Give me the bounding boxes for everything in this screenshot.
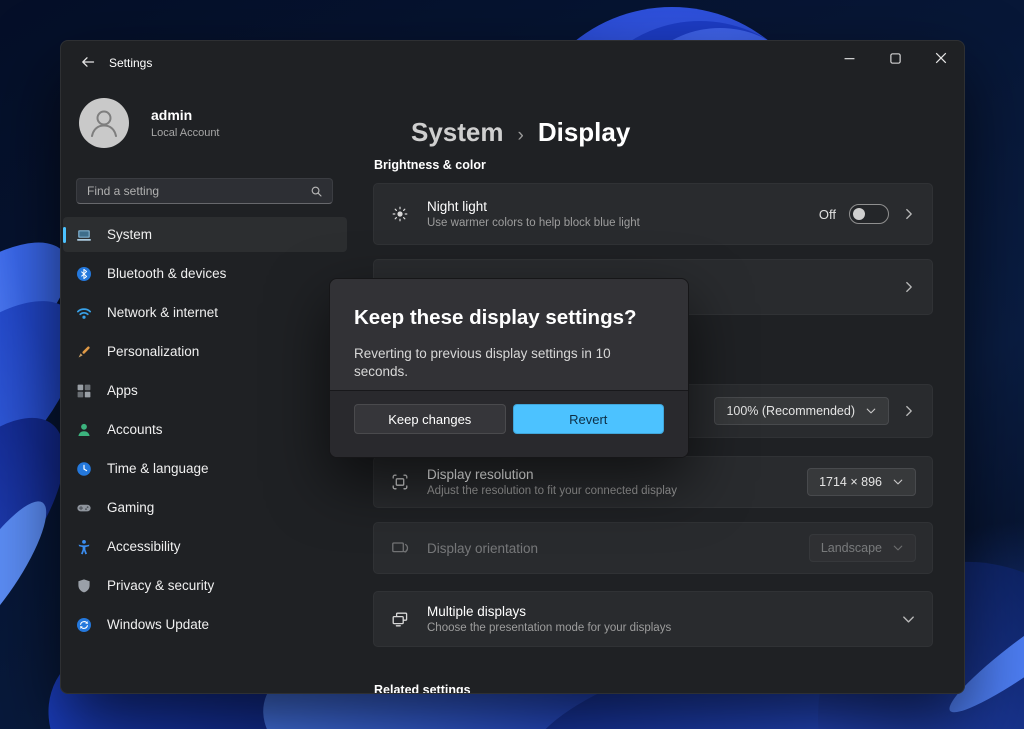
- sidebar-item-label: Bluetooth & devices: [107, 266, 226, 281]
- resolution-dropdown[interactable]: 1714 × 896: [807, 468, 916, 496]
- resolution-dropdown-value: 1714 × 896: [819, 475, 882, 489]
- setting-row-display-resolution[interactable]: Display resolution Adjust the resolution…: [373, 456, 933, 508]
- chevron-down-icon: [892, 476, 904, 488]
- maximize-icon: [890, 53, 901, 64]
- titlebar: Settings: [61, 41, 964, 81]
- night-light-toggle[interactable]: [849, 204, 889, 224]
- account-name: admin: [151, 107, 220, 123]
- time-language-icon: [76, 461, 92, 477]
- sidebar-item-label: Windows Update: [107, 617, 209, 632]
- sidebar-item-label: Gaming: [107, 500, 154, 515]
- multiple-displays-subtitle: Choose the presentation mode for your di…: [427, 622, 901, 634]
- sidebar-item-bluetooth-devices[interactable]: Bluetooth & devices: [63, 256, 347, 291]
- setting-row-display-orientation: Display orientation Landscape: [373, 522, 933, 574]
- sidebar-item-accounts[interactable]: Accounts: [63, 412, 347, 447]
- sidebar-item-accessibility[interactable]: Accessibility: [63, 529, 347, 564]
- chevron-right-icon: [902, 404, 916, 418]
- orientation-dropdown-value: Landscape: [821, 541, 882, 555]
- night-light-icon: [390, 204, 410, 224]
- privacy-security-icon: [76, 578, 92, 594]
- breadcrumb-separator: ›: [518, 125, 524, 147]
- display-resolution-icon: [390, 472, 410, 492]
- accessibility-icon: [76, 539, 92, 555]
- account-card[interactable]: admin Local Account: [79, 98, 220, 148]
- search-box: [76, 178, 333, 204]
- scale-dropdown[interactable]: 100% (Recommended): [714, 397, 889, 425]
- night-light-toggle-label: Off: [819, 207, 836, 222]
- chevron-down-icon: [901, 612, 916, 627]
- display-orientation-icon: [390, 538, 410, 558]
- breadcrumb-system[interactable]: System: [411, 117, 504, 148]
- accounts-icon: [76, 422, 92, 438]
- avatar: [79, 98, 129, 148]
- multiple-displays-title: Multiple displays: [427, 604, 901, 619]
- page-title: Display: [538, 117, 631, 148]
- chevron-down-icon: [892, 542, 904, 554]
- network-icon: [76, 305, 92, 321]
- sidebar-item-personalization[interactable]: Personalization: [63, 334, 347, 369]
- display-orientation-title: Display orientation: [427, 541, 809, 556]
- sidebar-item-label: Apps: [107, 383, 138, 398]
- close-icon: [935, 52, 947, 64]
- windows-update-icon: [76, 617, 92, 633]
- account-type: Local Account: [151, 127, 220, 139]
- sidebar-item-label: Accounts: [107, 422, 163, 437]
- sidebar-item-label: Network & internet: [107, 305, 218, 320]
- multiple-displays-icon: [390, 609, 410, 629]
- sidebar-item-label: Personalization: [107, 344, 199, 359]
- display-resolution-subtitle: Adjust the resolution to fit your connec…: [427, 485, 807, 497]
- chevron-down-icon: [865, 405, 877, 417]
- maximize-button[interactable]: [872, 41, 918, 75]
- dialog-message: Reverting to previous display settings i…: [354, 345, 664, 381]
- back-button[interactable]: [73, 49, 103, 75]
- sidebar-item-network-internet[interactable]: Network & internet: [63, 295, 347, 330]
- sidebar-item-label: Time & language: [107, 461, 209, 476]
- sidebar-item-label: System: [107, 227, 152, 242]
- sidebar-item-apps[interactable]: Apps: [63, 373, 347, 408]
- chevron-right-icon: [902, 207, 916, 221]
- toggle-knob: [853, 208, 865, 220]
- sidebar-item-time-language[interactable]: Time & language: [63, 451, 347, 486]
- sidebar-item-privacy-security[interactable]: Privacy & security: [63, 568, 347, 603]
- setting-row-multiple-displays[interactable]: Multiple displays Choose the presentatio…: [373, 591, 933, 647]
- back-icon: [80, 54, 96, 70]
- sidebar: admin Local Account System Bluetooth & d…: [61, 81, 363, 693]
- setting-row-night-light[interactable]: Night light Use warmer colors to help bl…: [373, 183, 933, 245]
- dialog-footer: Keep changes Revert: [330, 390, 688, 457]
- minimize-icon: [844, 53, 855, 64]
- sidebar-item-label: Privacy & security: [107, 578, 214, 593]
- minimize-button[interactable]: [826, 41, 872, 75]
- search-input[interactable]: [87, 184, 309, 198]
- desktop: Settings: [0, 0, 1024, 729]
- sidebar-nav: System Bluetooth & devices Network & int…: [63, 217, 347, 642]
- close-button[interactable]: [918, 41, 964, 75]
- gaming-icon: [76, 500, 92, 516]
- system-icon: [76, 227, 92, 243]
- dialog-title: Keep these display settings?: [354, 304, 664, 332]
- display-resolution-title: Display resolution: [427, 467, 807, 482]
- scale-dropdown-value: 100% (Recommended): [726, 404, 855, 418]
- night-light-subtitle: Use warmer colors to help block blue lig…: [427, 217, 819, 229]
- personalization-icon: [76, 344, 92, 360]
- keep-display-settings-dialog: Keep these display settings? Reverting t…: [329, 278, 689, 458]
- app-title: Settings: [109, 56, 152, 70]
- sidebar-item-system[interactable]: System: [63, 217, 347, 252]
- window-controls: [826, 41, 964, 75]
- chevron-right-icon: [902, 280, 916, 294]
- keep-changes-button[interactable]: Keep changes: [354, 404, 506, 434]
- sidebar-item-gaming[interactable]: Gaming: [63, 490, 347, 525]
- sidebar-item-label: Accessibility: [107, 539, 181, 554]
- orientation-dropdown: Landscape: [809, 534, 916, 562]
- night-light-title: Night light: [427, 199, 819, 214]
- search-icon: [309, 184, 324, 199]
- apps-icon: [76, 383, 92, 399]
- section-brightness-color: Brightness & color: [374, 158, 486, 172]
- settings-window: Settings: [60, 40, 965, 694]
- bluetooth-icon: [76, 266, 92, 282]
- breadcrumb: System › Display: [411, 117, 630, 148]
- revert-button[interactable]: Revert: [513, 404, 665, 434]
- section-related-settings: Related settings: [374, 683, 471, 694]
- sidebar-item-windows-update[interactable]: Windows Update: [63, 607, 347, 642]
